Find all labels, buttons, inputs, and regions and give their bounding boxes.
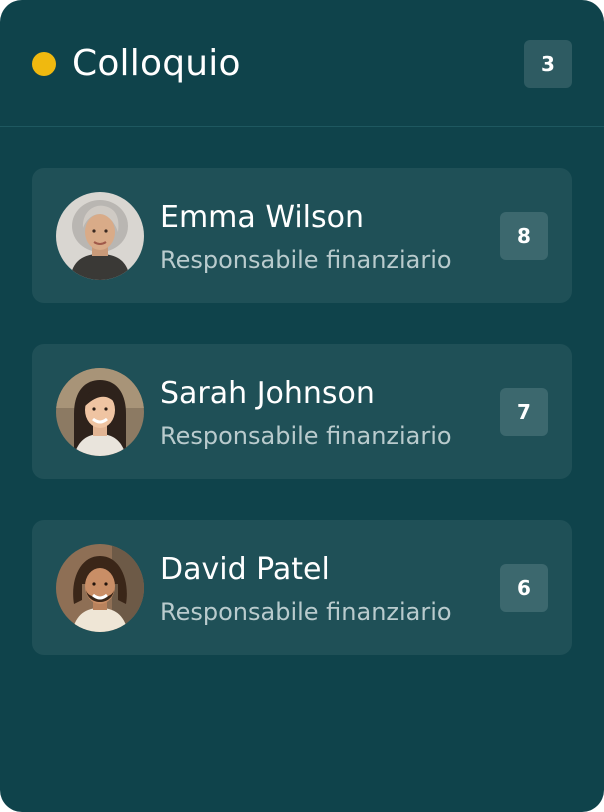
status-dot-icon (32, 52, 56, 76)
avatar-photo-sarah (56, 368, 144, 456)
column-header: Colloquio 3 (0, 0, 604, 127)
candidate-score-badge: 6 (500, 564, 548, 612)
avatar-photo-david (56, 544, 144, 632)
candidate-role: Responsabile finanziario (160, 598, 452, 626)
avatar (56, 192, 144, 280)
candidate-name: David Patel (160, 552, 330, 587)
kanban-column: Colloquio 3 Emma Wilson Responsabile fin… (0, 0, 604, 812)
avatar-photo-emma (56, 192, 144, 280)
candidate-name: Emma Wilson (160, 200, 364, 235)
candidate-name: Sarah Johnson (160, 376, 375, 411)
column-count-badge: 3 (524, 40, 572, 88)
column-title: Colloquio (72, 43, 241, 84)
candidate-score-badge: 8 (500, 212, 548, 260)
avatar (56, 544, 144, 632)
candidate-score-badge: 7 (500, 388, 548, 436)
candidate-card[interactable]: Sarah Johnson Responsabile finanziario 7 (32, 344, 572, 479)
candidate-card[interactable]: David Patel Responsabile finanziario 6 (32, 520, 572, 655)
candidate-role: Responsabile finanziario (160, 422, 452, 450)
candidate-card[interactable]: Emma Wilson Responsabile finanziario 8 (32, 168, 572, 303)
candidate-list: Emma Wilson Responsabile finanziario 8 S… (32, 168, 572, 696)
avatar (56, 368, 144, 456)
candidate-role: Responsabile finanziario (160, 246, 452, 274)
